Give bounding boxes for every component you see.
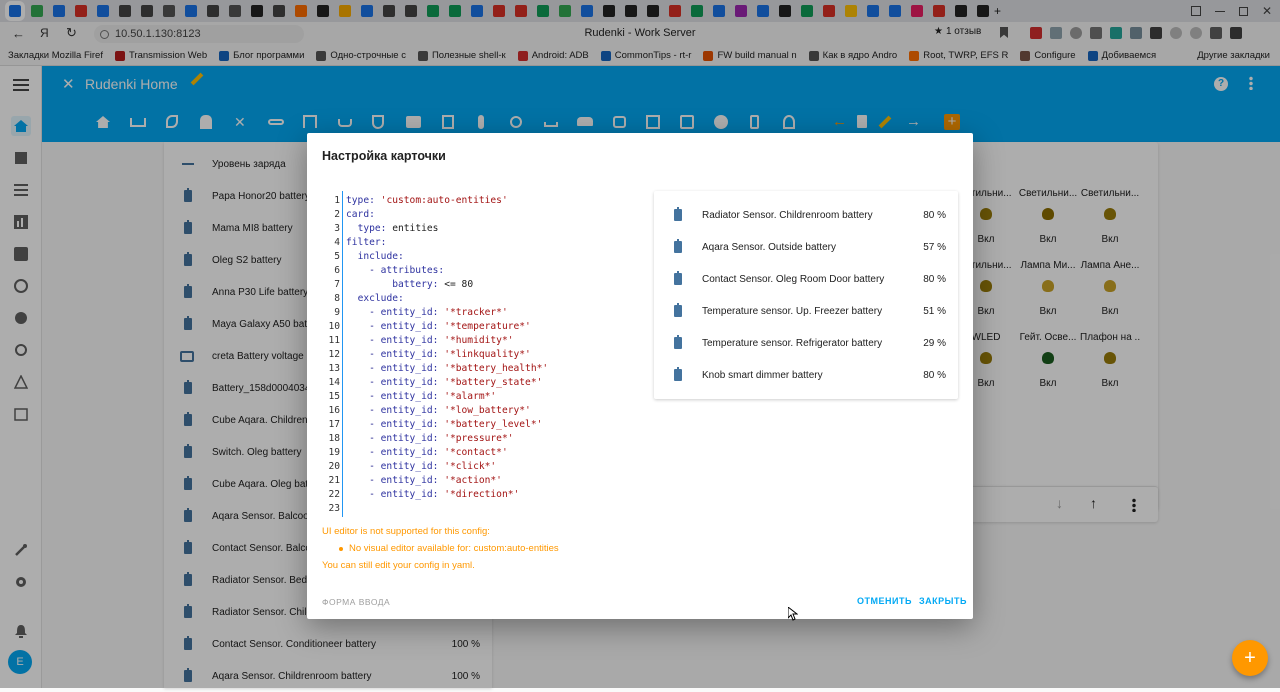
preview-row: Contact Sensor. Oleg Room Door battery 80… — [654, 263, 958, 295]
bullet-icon — [339, 547, 343, 551]
line-number: 5 — [334, 251, 340, 262]
yaml-line: - entity_id: '*pressure*' — [346, 433, 514, 444]
line-number: 21 — [328, 475, 340, 486]
yaml-line: - entity_id: '*contact*' — [346, 447, 508, 458]
yaml-line: - entity_id: '*battery_health*' — [346, 363, 549, 374]
line-number: 12 — [328, 349, 340, 360]
yaml-line: include: — [357, 251, 404, 262]
line-number: 16 — [328, 405, 340, 416]
warning-item: No visual editor available for: custom:a… — [349, 543, 559, 554]
preview-row-value: 80 % — [923, 369, 946, 381]
editor-warning: UI editor is not supported for this conf… — [322, 523, 559, 574]
yaml-line: - entity_id: '*click*' — [346, 461, 497, 472]
warning-title: UI editor is not supported for this conf… — [322, 526, 490, 537]
yaml-line: - attributes: — [346, 265, 445, 276]
battery-icon — [674, 367, 682, 381]
card-config-dialog: Настройка карточки 1 type: 'custom:auto-e… — [307, 133, 973, 619]
preview-row: Temperature sensor. Up. Freezer battery 5… — [654, 295, 958, 327]
battery-icon — [674, 303, 682, 317]
line-number: 1 — [334, 195, 340, 206]
line-number: 11 — [328, 335, 340, 346]
preview-row: Knob smart dimmer battery 80 % — [654, 359, 958, 391]
line-number: 2 — [334, 209, 340, 220]
warning-item-row: No visual editor available for: custom:a… — [322, 540, 559, 557]
line-number: 6 — [334, 265, 340, 276]
add-card-fab[interactable]: + — [1232, 640, 1268, 676]
preview-row-label: Aqara Sensor. Outside battery — [702, 241, 836, 253]
line-number: 15 — [328, 391, 340, 402]
close-button[interactable]: ЗАКРЫТЬ — [919, 596, 967, 606]
yaml-line: type: 'custom:auto-entities' — [346, 195, 508, 206]
yaml-line: - entity_id: '*alarm*' — [346, 391, 497, 402]
line-number: 18 — [328, 433, 340, 444]
yaml-line: battery: <= 80 — [392, 279, 474, 290]
yaml-line: - entity_id: '*tracker*' — [346, 307, 508, 318]
mouse-cursor-icon — [788, 607, 798, 621]
cursor-line — [342, 191, 343, 517]
line-number: 7 — [334, 279, 340, 290]
preview-row-value: 51 % — [923, 305, 946, 317]
preview-row-value: 80 % — [923, 209, 946, 221]
line-number: 19 — [328, 447, 340, 458]
line-number: 14 — [328, 377, 340, 388]
battery-icon — [674, 239, 682, 253]
preview-row: Aqara Sensor. Outside battery 57 % — [654, 231, 958, 263]
line-number: 20 — [328, 461, 340, 472]
preview-row: Temperature sensor. Refrigerator battery… — [654, 327, 958, 359]
preview-row-value: 80 % — [923, 273, 946, 285]
battery-icon — [674, 207, 682, 221]
line-number: 17 — [328, 419, 340, 430]
card-preview: Radiator Sensor. Childrenroom battery 80 … — [654, 191, 958, 399]
line-number: 9 — [334, 307, 340, 318]
plus-icon: + — [1244, 647, 1256, 669]
yaml-line: - entity_id: '*linkquality*' — [346, 349, 531, 360]
line-number: 13 — [328, 363, 340, 374]
yaml-code-editor[interactable]: 1 type: 'custom:auto-entities' 2 card: 3 typ… — [322, 191, 642, 517]
line-number: 8 — [334, 293, 340, 304]
preview-row-label: Contact Sensor. Oleg Room Door battery — [702, 273, 885, 285]
line-number: 22 — [328, 489, 340, 500]
yaml-line: exclude: — [357, 293, 404, 304]
warning-footer: You can still edit your config in yaml. — [322, 560, 475, 571]
line-number: 10 — [328, 321, 340, 332]
preview-row-label: Temperature sensor. Up. Freezer battery — [702, 305, 883, 317]
battery-icon — [674, 335, 682, 349]
yaml-line: - entity_id: '*humidity*' — [346, 335, 514, 346]
yaml-line: - entity_id: '*low_battery*' — [346, 405, 531, 416]
line-number: 23 — [328, 503, 340, 514]
preview-row-label: Knob smart dimmer battery — [702, 369, 823, 381]
yaml-line: card: — [346, 209, 375, 220]
preview-row-value: 29 % — [923, 337, 946, 349]
preview-row-label: Radiator Sensor. Childrenroom battery — [702, 209, 873, 221]
line-number: 3 — [334, 223, 340, 234]
yaml-line: - entity_id: '*battery_state*' — [346, 377, 543, 388]
preview-row: Radiator Sensor. Childrenroom battery 80 … — [654, 199, 958, 231]
yaml-line: - entity_id: '*battery_level*' — [346, 419, 543, 430]
yaml-line: filter: — [346, 237, 387, 248]
yaml-line: type: entities — [357, 223, 439, 234]
dialog-title: Настройка карточки — [322, 149, 446, 163]
yaml-line: - entity_id: '*action*' — [346, 475, 502, 486]
yaml-line: - entity_id: '*direction*' — [346, 489, 520, 500]
preview-row-value: 57 % — [923, 241, 946, 253]
form-editor-button[interactable]: ФОРМА ВВОДА — [322, 597, 390, 607]
battery-icon — [674, 271, 682, 285]
preview-row-label: Temperature sensor. Refrigerator battery — [702, 337, 883, 349]
line-number: 4 — [334, 237, 340, 248]
yaml-line: - entity_id: '*temperature*' — [346, 321, 531, 332]
cancel-button[interactable]: ОТМЕНИТЬ — [857, 596, 912, 606]
